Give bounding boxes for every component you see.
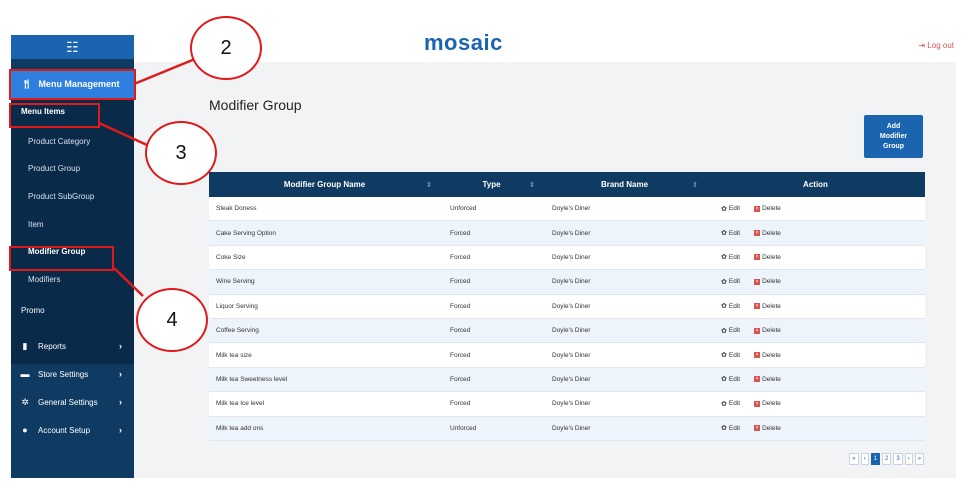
app-root: mosaic ⇥ Log out ☷ 🍴︎ Menu Management Me… xyxy=(0,0,968,488)
annotation-lines xyxy=(98,57,196,297)
annotation-callout-4: 4 xyxy=(136,288,208,352)
annotation-callout-2: 2 xyxy=(190,16,262,80)
annotation-box-menu-items xyxy=(9,103,100,128)
annotation-box-modifier-group xyxy=(9,246,114,271)
annotation-callout-3: 3 xyxy=(145,121,217,185)
annotation-box-menu-management xyxy=(9,69,136,100)
